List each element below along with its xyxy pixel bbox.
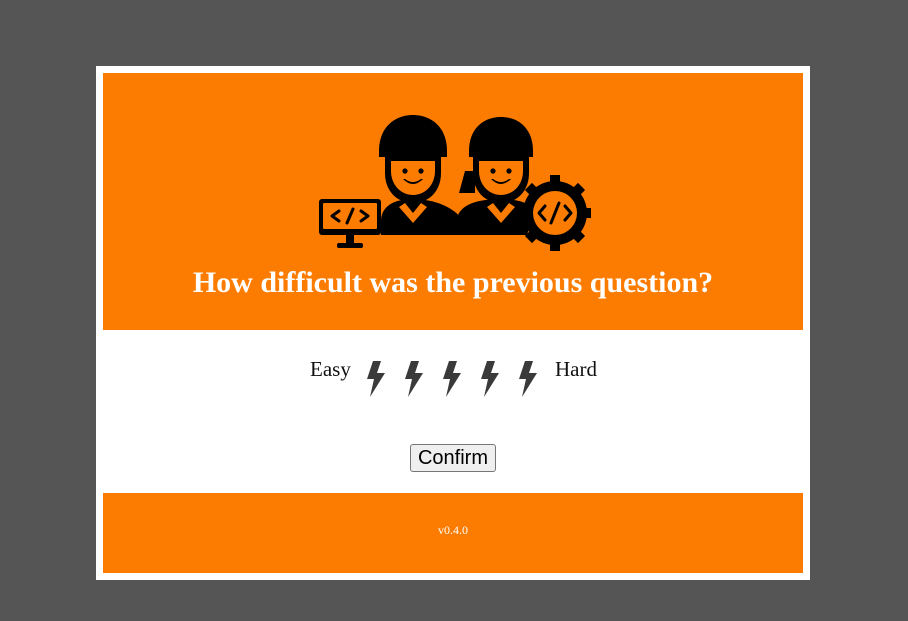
lightning-bolt-icon[interactable]	[516, 360, 540, 398]
difficulty-rating: Easy Hard	[96, 352, 810, 400]
version-label: v0.4.0	[438, 523, 468, 537]
lightning-bolt-icon[interactable]	[364, 360, 388, 398]
dialog-footer: v0.4.0	[103, 493, 803, 573]
developers-team-icon	[319, 115, 591, 251]
lightning-bolt-icon[interactable]	[402, 360, 426, 398]
question-title: How difficult was the previous question?	[192, 266, 714, 299]
difficulty-dialog: How difficult was the previous question?…	[96, 66, 810, 580]
dialog-header: How difficult was the previous question?	[103, 73, 803, 330]
easy-label: Easy	[310, 357, 351, 381]
lightning-bolt-icon[interactable]	[478, 360, 502, 398]
hard-label: Hard	[555, 357, 597, 381]
lightning-bolt-icon[interactable]	[440, 360, 464, 398]
confirm-button[interactable]: Confirm	[410, 444, 496, 472]
